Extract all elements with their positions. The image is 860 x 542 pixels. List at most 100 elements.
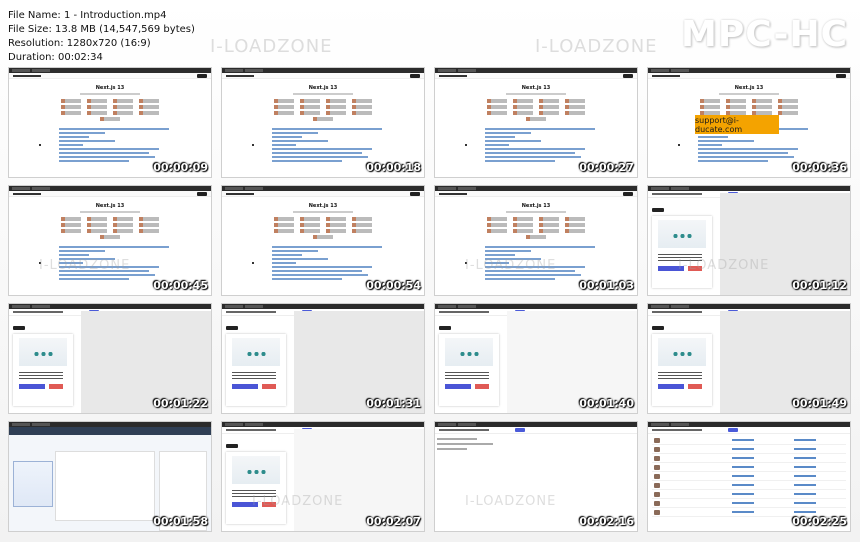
cursor-dot bbox=[678, 144, 680, 146]
nextjs-title: Next.js 13 bbox=[95, 203, 125, 209]
timestamp: 00:01:31 bbox=[366, 397, 421, 410]
site-nav bbox=[222, 191, 424, 197]
new-button bbox=[226, 326, 238, 330]
thumbnail: 00:01:49 bbox=[647, 303, 851, 414]
app-header bbox=[435, 427, 637, 434]
duration: Duration: 00:02:34 bbox=[8, 52, 103, 63]
course-card bbox=[13, 334, 73, 406]
text-list bbox=[437, 438, 497, 453]
cursor-dot bbox=[252, 262, 254, 264]
watermark: I-LOADZONE bbox=[465, 258, 557, 273]
card-img bbox=[19, 338, 67, 366]
card-btns bbox=[232, 384, 280, 390]
thumbnail: Next.js 13 00:00:54 bbox=[221, 185, 425, 296]
thumbnail: Next.js 13 support@i-ducate.com 00:00:36 bbox=[647, 67, 851, 178]
site-nav bbox=[648, 73, 850, 79]
cursor-dot bbox=[39, 144, 41, 146]
course-card bbox=[226, 452, 286, 524]
thumbnail: I-LOADZONE 00:01:12 bbox=[647, 185, 851, 296]
thumbnail: Next.js 13 I-LOADZONE 00:01:03 bbox=[434, 185, 638, 296]
nextjs-title: Next.js 13 bbox=[734, 85, 764, 91]
timestamp: 00:01:58 bbox=[153, 515, 208, 528]
nextjs-title: Next.js 13 bbox=[308, 203, 338, 209]
timestamp: 00:01:40 bbox=[579, 397, 634, 410]
link-list bbox=[485, 128, 637, 162]
subtitle-line bbox=[719, 93, 779, 95]
resolution: Resolution: 1280x720 (16:9) bbox=[8, 38, 151, 49]
new-button bbox=[439, 326, 451, 330]
thumbnail: Next.js 13 I-LOADZONE 00:00:45 bbox=[8, 185, 212, 296]
timestamp: 00:01:49 bbox=[792, 397, 847, 410]
thumbnail-grid: Next.js 13 00:00:09 Next.js 13 00:00:18 Next… bbox=[8, 67, 852, 532]
subtitle-line bbox=[506, 211, 566, 213]
card-btns bbox=[445, 384, 493, 390]
timestamp: 00:00:09 bbox=[153, 161, 208, 174]
table-row bbox=[652, 445, 846, 454]
course-card bbox=[226, 334, 286, 406]
speaker-avatars bbox=[476, 99, 596, 121]
nextjs-title: Next.js 13 bbox=[308, 85, 338, 91]
thumbnail: 00:01:40 bbox=[434, 303, 638, 414]
card-txt bbox=[232, 372, 276, 380]
link-list bbox=[59, 128, 211, 162]
timestamp: 00:02:16 bbox=[579, 515, 634, 528]
link-list bbox=[272, 246, 424, 280]
file-name: File Name: 1 - Introduction.mp4 bbox=[8, 10, 167, 21]
file-info: File Name: 1 - Introduction.mp4 File Siz… bbox=[8, 9, 195, 65]
course-card bbox=[652, 334, 712, 406]
card-txt bbox=[658, 372, 702, 380]
timestamp: 00:01:12 bbox=[792, 279, 847, 292]
subtitle-line bbox=[293, 93, 353, 95]
thumbnail: 00:01:58 bbox=[8, 421, 212, 532]
table-row bbox=[652, 490, 846, 499]
nextjs-title: Next.js 13 bbox=[521, 203, 551, 209]
new-button bbox=[13, 326, 25, 330]
card-txt bbox=[445, 372, 489, 380]
timestamp: 00:00:54 bbox=[366, 279, 421, 292]
thumbnail: Next.js 13 00:00:09 bbox=[8, 67, 212, 178]
timestamp: 00:00:27 bbox=[579, 161, 634, 174]
site-nav bbox=[9, 73, 211, 79]
watermark: I-LOADZONE bbox=[39, 258, 131, 273]
speaker-avatars bbox=[50, 217, 170, 239]
timestamp: 00:00:45 bbox=[153, 279, 208, 292]
card-img bbox=[232, 338, 280, 366]
thumbnail: Next.js 13 00:00:18 bbox=[221, 67, 425, 178]
speaker-avatars bbox=[263, 99, 383, 121]
speaker-avatars bbox=[476, 217, 596, 239]
watermark: I-LOADZONE bbox=[465, 494, 557, 509]
support-email-banner: support@i-ducate.com bbox=[695, 115, 779, 134]
thumbnail: I-LOADZONE 00:02:16 bbox=[434, 421, 638, 532]
timestamp: 00:01:22 bbox=[153, 397, 208, 410]
card-img bbox=[445, 338, 493, 366]
file-size: File Size: 13.8 MB (14,547,569 bytes) bbox=[8, 24, 195, 35]
app-header bbox=[648, 427, 850, 434]
subtitle-line bbox=[80, 93, 140, 95]
card-img bbox=[658, 220, 706, 248]
table-row bbox=[652, 499, 846, 508]
timestamp: 00:02:07 bbox=[366, 515, 421, 528]
data-table bbox=[652, 436, 846, 517]
course-card bbox=[439, 334, 499, 406]
watermark: I-LOADZONE bbox=[252, 494, 344, 509]
site-nav bbox=[222, 73, 424, 79]
subtitle-line bbox=[80, 211, 140, 213]
nextjs-title: Next.js 13 bbox=[95, 85, 125, 91]
new-button bbox=[652, 208, 664, 212]
subtitle-line bbox=[293, 211, 353, 213]
mpc-hc-logo: MPC-HC bbox=[681, 14, 848, 55]
watermark: I-LOADZONE bbox=[210, 36, 333, 57]
card-btns bbox=[658, 384, 706, 390]
card-img bbox=[658, 338, 706, 366]
timestamp: 00:00:18 bbox=[366, 161, 421, 174]
nextjs-title: Next.js 13 bbox=[521, 85, 551, 91]
link-list bbox=[272, 128, 424, 162]
table-row bbox=[652, 463, 846, 472]
new-button bbox=[652, 326, 664, 330]
cursor-dot bbox=[465, 144, 467, 146]
site-nav bbox=[435, 73, 637, 79]
thumbnail: 00:01:31 bbox=[221, 303, 425, 414]
blog-panel bbox=[55, 451, 155, 521]
table-row bbox=[652, 436, 846, 445]
table-row bbox=[652, 472, 846, 481]
